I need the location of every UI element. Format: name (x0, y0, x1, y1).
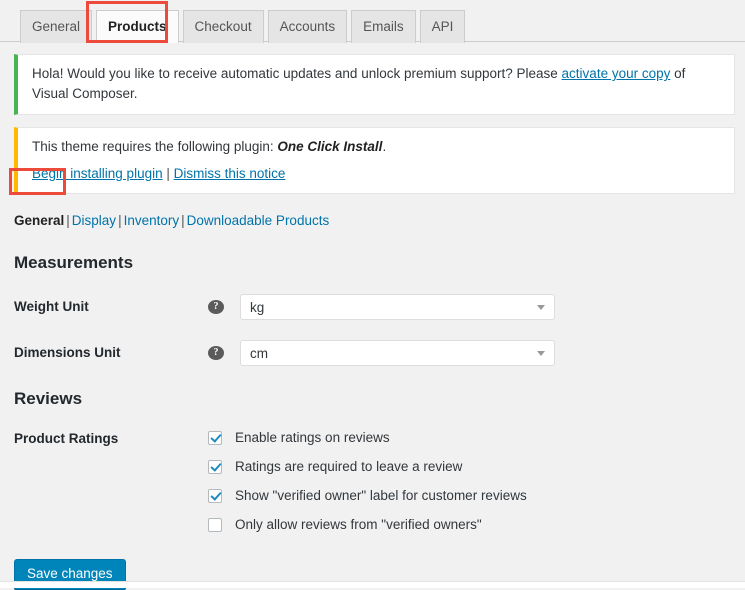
weight-unit-select[interactable]: kg (240, 294, 555, 320)
subnav-item-downloadable-products[interactable]: Downloadable Products (187, 213, 330, 228)
checkbox-row[interactable]: Enable ratings on reviews (208, 430, 527, 446)
measurements-fields: Weight Unit? kg Dimensions Unit? cm (14, 294, 731, 366)
subnav-separator: | (181, 213, 185, 228)
help-tip-icon[interactable]: ? (208, 300, 224, 314)
chevron-down-icon (537, 305, 545, 310)
subnav-item-display[interactable]: Display (72, 213, 116, 228)
dimensions-unit-row: Dimensions Unit? cm (14, 340, 731, 366)
notice-update-text-before: Hola! Would you like to receive automati… (32, 66, 562, 81)
weight-unit-row: Weight Unit? kg (14, 294, 731, 320)
checkbox-row[interactable]: Only allow reviews from "verified owners… (208, 517, 527, 533)
notice-plugin-actions: Begin installing plugin | Dismiss this n… (32, 164, 722, 184)
notice-visual-composer-activate: Hola! Would you like to receive automati… (14, 54, 735, 115)
dimensions-unit-selected-value: cm (250, 345, 268, 361)
checkbox-row[interactable]: Show "verified owner" label for customer… (208, 488, 527, 504)
dimensions-unit-label: Dimensions Unit (14, 345, 121, 360)
notice-plugin-text: This theme requires the following plugin… (32, 137, 722, 157)
notice-action-separator: | (166, 165, 170, 181)
dismiss-this-notice-link[interactable]: Dismiss this notice (174, 166, 286, 181)
checkbox-row[interactable]: Ratings are required to leave a review (208, 459, 527, 475)
tab-accounts[interactable]: Accounts (267, 10, 348, 43)
checkbox-checked-icon[interactable] (208, 431, 222, 445)
tab-general[interactable]: General (20, 10, 93, 43)
page-bottom-strip (0, 581, 745, 588)
tab-api[interactable]: API (419, 10, 466, 43)
settings-content: Measurements Weight Unit? kg Dimensions Un… (0, 252, 745, 533)
checkbox-label: Ratings are required to leave a review (235, 459, 463, 474)
checkbox-label: Only allow reviews from "verified owners… (235, 517, 482, 532)
help-tip-icon[interactable]: ? (208, 346, 224, 360)
tab-products[interactable]: Products (96, 10, 179, 43)
subnav-item-general[interactable]: General (14, 213, 64, 228)
checkbox-checked-icon[interactable] (208, 460, 222, 474)
tab-emails[interactable]: Emails (351, 10, 416, 43)
dimensions-unit-select[interactable]: cm (240, 340, 555, 366)
checkbox-unchecked-icon[interactable] (208, 518, 222, 532)
chevron-down-icon (537, 351, 545, 356)
checkbox-label: Show "verified owner" label for customer… (235, 488, 527, 503)
plugin-name: One Click Install (277, 138, 383, 154)
notice-plugin-text-before: This theme requires the following plugin… (32, 138, 278, 154)
product-ratings-checkbox-list: Enable ratings on reviews Ratings are req… (208, 430, 527, 533)
checkbox-checked-icon[interactable] (208, 489, 222, 503)
checkbox-label: Enable ratings on reviews (235, 430, 390, 445)
weight-unit-label: Weight Unit (14, 299, 89, 314)
subnav-separator: | (66, 213, 70, 228)
subnav-item-inventory[interactable]: Inventory (124, 213, 180, 228)
product-ratings-label: Product Ratings (14, 431, 119, 446)
notice-update-text: Hola! Would you like to receive automati… (32, 64, 722, 105)
measurements-heading: Measurements (14, 253, 134, 272)
product-ratings-row: Product Ratings Enable ratings on review… (14, 430, 731, 533)
settings-tab-bar: General Products Checkout Accounts Emails API (0, 0, 745, 43)
notice-plugin-text-after: . (382, 138, 387, 154)
notice-required-plugin: This theme requires the following plugin… (14, 126, 735, 194)
weight-unit-selected-value: kg (250, 299, 265, 315)
reviews-heading: Reviews (14, 389, 83, 408)
subnav-separator: | (118, 213, 122, 228)
products-subnav: General | Display | Inventory | Downloadable P… (14, 211, 745, 230)
activate-your-copy-link[interactable]: activate your copy (562, 66, 671, 81)
tab-list: General Products Checkout Accounts Emails API (20, 0, 745, 43)
begin-installing-plugin-link[interactable]: Begin installing plugin (32, 166, 163, 181)
tab-checkout[interactable]: Checkout (182, 10, 264, 43)
